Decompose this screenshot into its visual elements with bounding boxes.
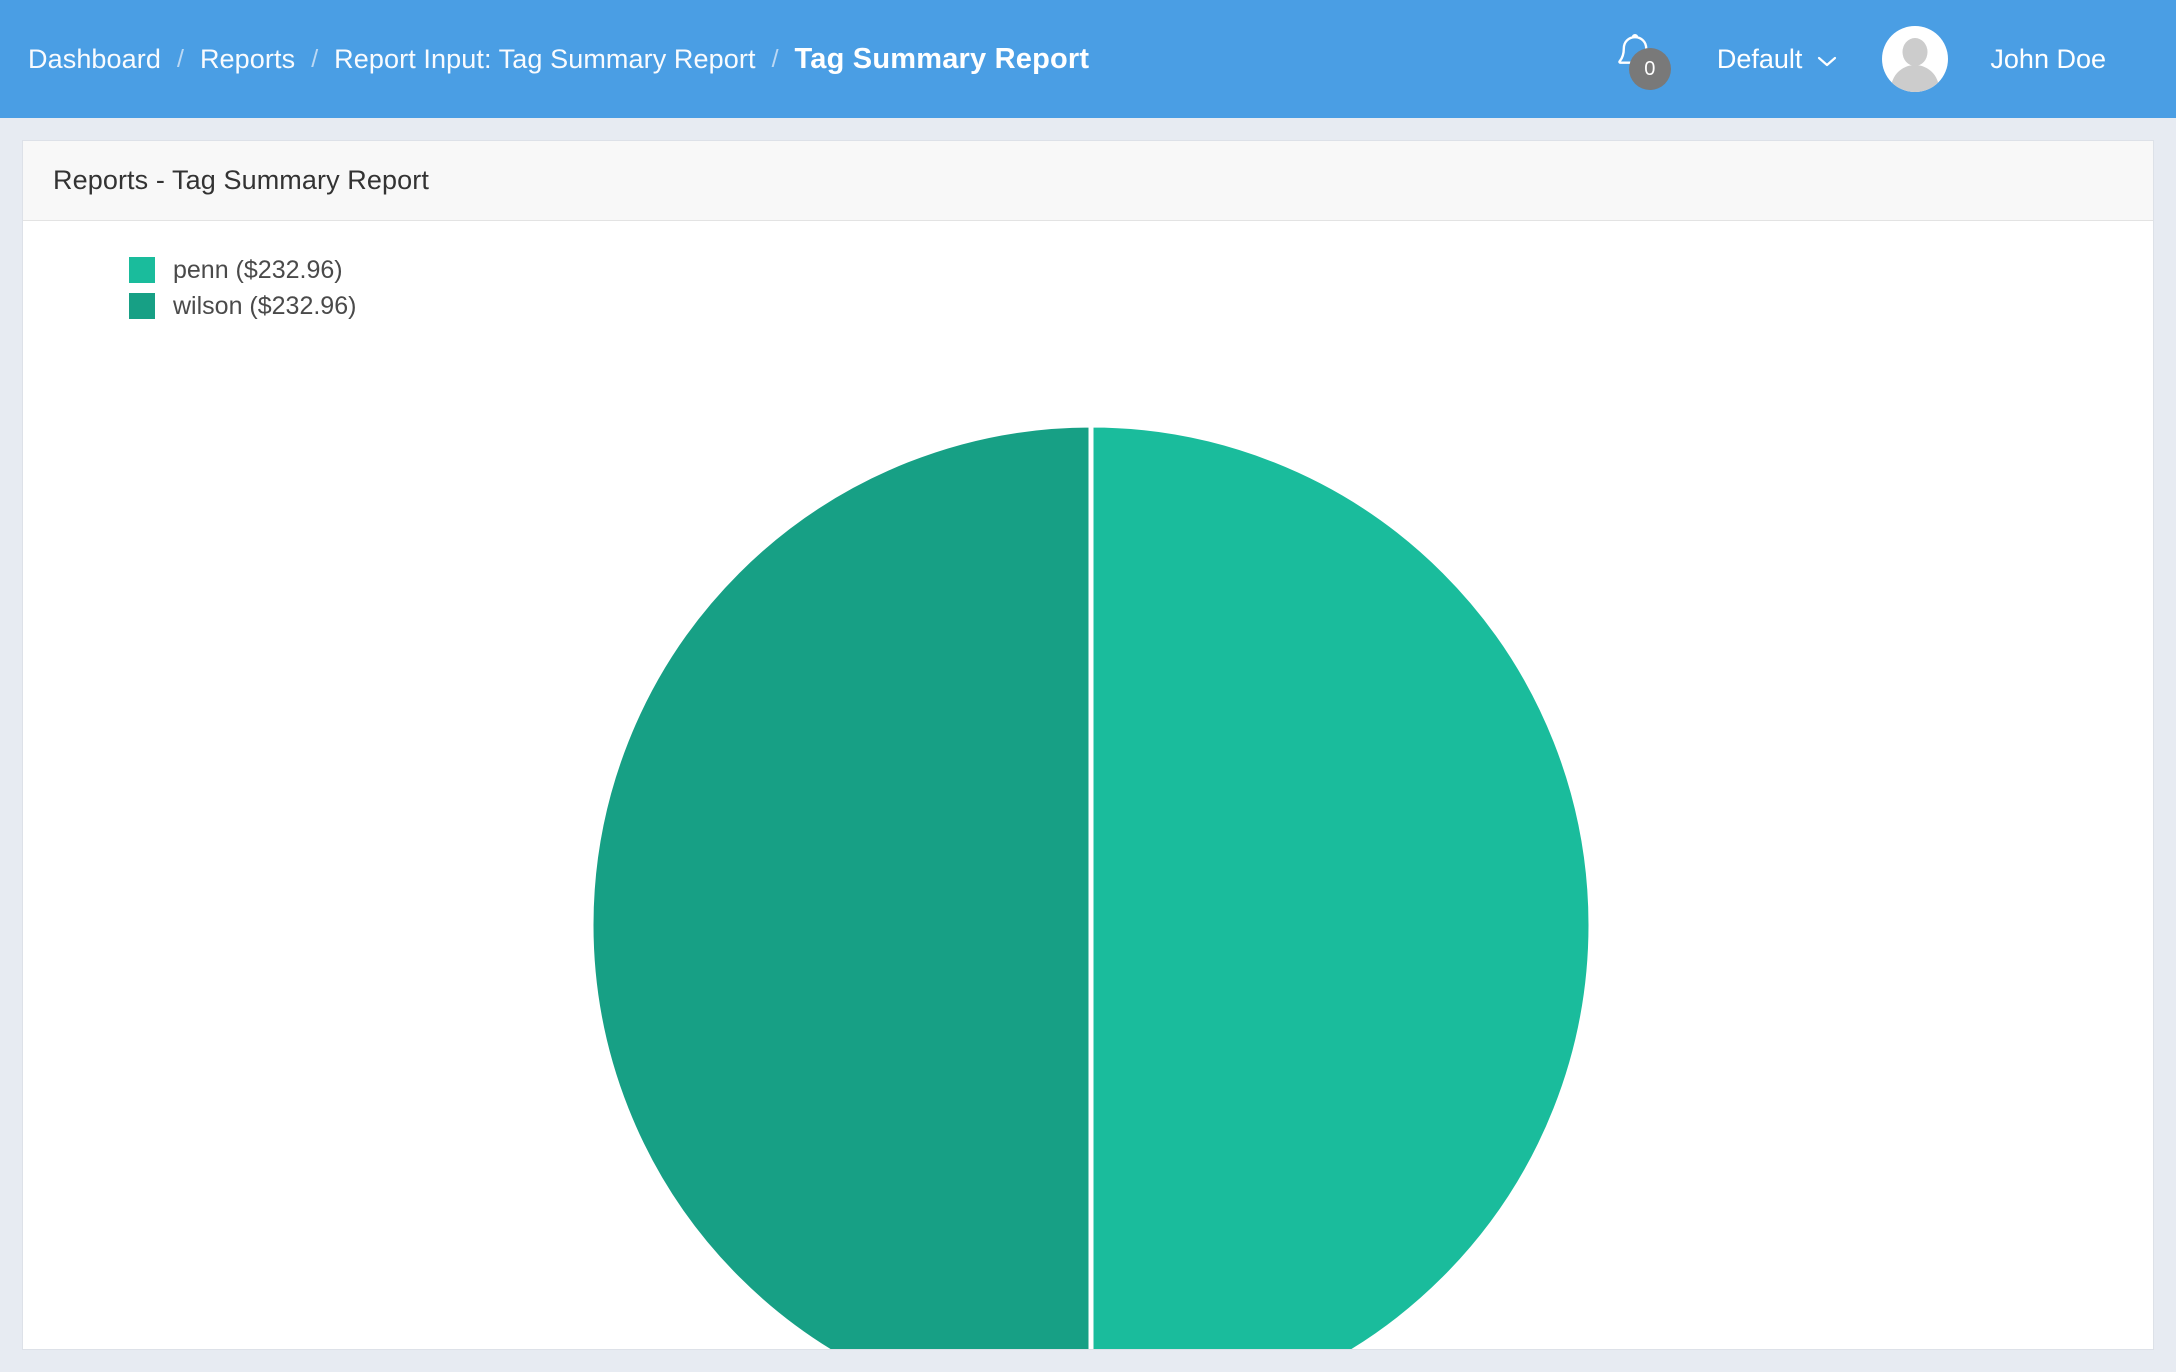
legend-color-swatch xyxy=(129,257,155,283)
profile-selector-label: Default xyxy=(1716,43,1803,74)
pie-slice-wilson[interactable] xyxy=(588,422,1094,1349)
profile-selector-dropdown[interactable]: Default xyxy=(1717,44,1839,75)
username-label[interactable]: John Doe xyxy=(1990,44,2106,75)
chart-legend: penn ($232.96) wilson ($232.96) xyxy=(129,255,356,327)
panel-body: penn ($232.96) wilson ($232.96) xyxy=(23,221,2153,1349)
chevron-down-icon xyxy=(1816,44,1838,75)
avatar-body-shape xyxy=(1891,65,1940,92)
page-title: Reports - Tag Summary Report xyxy=(53,165,429,195)
legend-item[interactable]: wilson ($232.96) xyxy=(129,291,356,321)
legend-item[interactable]: penn ($232.96) xyxy=(129,255,356,285)
breadcrumb-item-reports[interactable]: Reports xyxy=(200,44,295,75)
avatar-head-shape xyxy=(1902,38,1928,66)
notifications-button[interactable]: 0 xyxy=(1593,24,1677,94)
pie-slice-penn[interactable] xyxy=(1088,422,1594,1349)
breadcrumb-item-current: Tag Summary Report xyxy=(794,42,1090,75)
avatar[interactable] xyxy=(1882,26,1949,92)
top-navigation-bar: Dashboard / Reports / Report Input: Tag … xyxy=(0,0,2176,118)
report-panel: Reports - Tag Summary Report penn ($232.… xyxy=(22,140,2154,1350)
breadcrumb: Dashboard / Reports / Report Input: Tag … xyxy=(28,43,1089,76)
pie-chart-svg[interactable] xyxy=(23,221,2153,1349)
breadcrumb-separator: / xyxy=(311,44,319,73)
breadcrumb-separator: / xyxy=(771,44,779,73)
legend-item-label: wilson ($232.96) xyxy=(173,291,357,320)
legend-item-label: penn ($232.96) xyxy=(173,255,343,284)
top-bar-actions: 0 Default John Doe xyxy=(1593,24,2106,94)
breadcrumb-item-dashboard[interactable]: Dashboard xyxy=(28,44,161,75)
breadcrumb-separator: / xyxy=(177,44,184,73)
breadcrumb-item-report-input[interactable]: Report Input: Tag Summary Report xyxy=(334,44,755,75)
page-content: Reports - Tag Summary Report penn ($232.… xyxy=(0,118,2176,1372)
pie-chart xyxy=(23,221,2153,1349)
panel-header: Reports - Tag Summary Report xyxy=(23,141,2153,221)
notification-count-badge: 0 xyxy=(1628,48,1671,90)
legend-color-swatch xyxy=(129,293,155,319)
